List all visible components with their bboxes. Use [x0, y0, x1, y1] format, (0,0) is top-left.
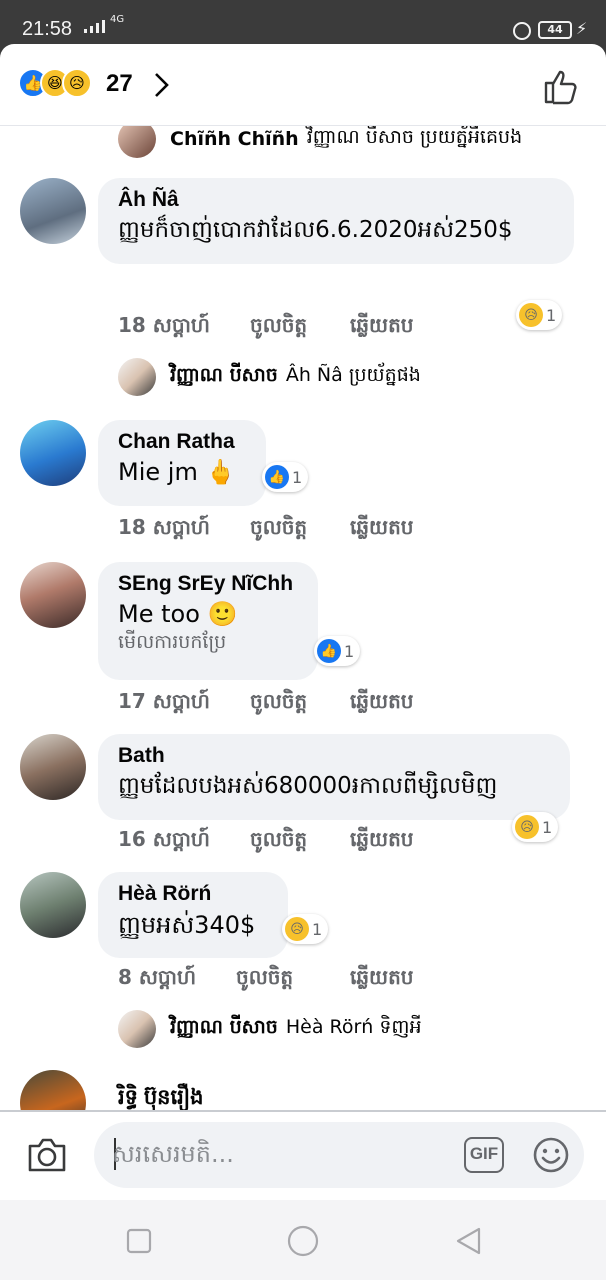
comment-time: 16 សប្តាហ៍	[118, 827, 210, 851]
comment-time: 8 សប្តាហ៍	[118, 965, 197, 989]
recents-button-icon[interactable]	[126, 1228, 152, 1254]
reply-action[interactable]: ឆ្លើយតប	[350, 312, 413, 342]
comment-time: 18 សប្តាហ៍	[118, 313, 210, 337]
reaction-count: 1	[312, 919, 323, 939]
see-translation-link[interactable]: មើលការបកប្រែ	[118, 630, 298, 658]
comment-input-wrapper[interactable]: GIF	[94, 1122, 584, 1188]
reply-author[interactable]: វិញ្ញាណ បីសាច	[170, 363, 278, 391]
like-action[interactable]: ចូលចិត្ត	[236, 964, 350, 994]
signal-icon	[84, 20, 105, 33]
comment-bubble[interactable]: Âh Ñâ ញ្ញមក៏ចាញ់បោកវាដែល6.6.2020អស់250$	[98, 178, 574, 264]
sheet-header: 👍 😆 😥 27	[0, 44, 606, 126]
reaction-count[interactable]: 27	[106, 70, 133, 98]
comment-bubble[interactable]: Chan Ratha Mie jm 🖕	[98, 420, 266, 506]
back-button-icon[interactable]	[454, 1226, 482, 1256]
comment-reaction[interactable]: 😥 1	[516, 300, 563, 330]
like-icon: 👍	[317, 639, 341, 663]
comment-text: Me too 🙂	[118, 600, 238, 628]
sad-icon: 😥	[515, 815, 539, 839]
comment-composer: GIF	[0, 1110, 606, 1200]
reply-action[interactable]: ឆ្លើយតប	[350, 688, 413, 718]
comment-meta: 16 សប្តាហ៍ ចូលចិត្ត ឆ្លើយតប	[118, 826, 413, 856]
comment-author[interactable]: Hèà Rörń	[118, 882, 268, 906]
avatar[interactable]	[20, 562, 86, 628]
comment-text: ញ្ញមក៏ចាញ់បោកវាដែល6.6.2020អស់250$	[118, 217, 513, 243]
comment-text: ញ្ញមអស់340$	[118, 911, 256, 939]
comment-time: 18 សប្តាហ៍	[118, 515, 210, 539]
reply-text: Hèà Rörń ទិញអី	[285, 1016, 422, 1038]
comment-reaction[interactable]: 😥 1	[512, 812, 559, 842]
comments-sheet: 👍 😆 😥 27 Chĩñh Chĩñh វិញ្ញាណ បីសាច ប្រយត…	[0, 44, 606, 1200]
reaction-count: 1	[542, 817, 553, 837]
reply-action[interactable]: ឆ្លើយតប	[350, 826, 413, 856]
comment-meta: 17 សប្តាហ៍ ចូលចិត្ត ឆ្លើយតប	[118, 688, 413, 718]
avatar[interactable]	[118, 1010, 156, 1048]
reply-text: វិញ្ញាណ បីសាច ប្រយត្ន័អីគេបង	[306, 126, 523, 148]
avatar[interactable]	[118, 358, 156, 396]
reply-author[interactable]: Chĩñh Chĩñh	[170, 128, 299, 150]
avatar[interactable]	[20, 178, 86, 244]
like-action[interactable]: ចូលចិត្ត	[250, 312, 350, 342]
sad-icon: 😥	[285, 917, 309, 941]
comment-bubble[interactable]: SEng SrEy NĩChh Me too 🙂 មើលការបកប្រែ	[98, 562, 318, 680]
avatar[interactable]	[20, 420, 86, 486]
comment-author[interactable]: រិទ្ធិ ប៊ុនរឿង	[118, 1084, 203, 1110]
reaction-count: 1	[344, 641, 355, 661]
camera-icon[interactable]	[26, 1136, 68, 1174]
comment-reaction[interactable]: 😥 1	[282, 914, 329, 944]
emoji-icon[interactable]	[532, 1136, 570, 1174]
reply-preview[interactable]: វិញ្ញាណ បីសាច Âh Ñâ ប្រយ័ត្នផង	[118, 358, 421, 396]
comment-author[interactable]: Âh Ñâ	[118, 188, 554, 212]
rotation-lock-icon	[513, 22, 531, 40]
battery-icon: 44	[538, 21, 572, 39]
comment-list[interactable]: Chĩñh Chĩñh វិញ្ញាណ បីសាច ប្រយត្ន័អីគេបង…	[0, 126, 606, 1110]
reaction-count: 1	[546, 305, 557, 325]
status-time: 21:58	[22, 18, 73, 40]
comment-input[interactable]	[112, 1134, 442, 1174]
reply-action[interactable]: ឆ្លើយតប	[350, 964, 413, 994]
comment-bubble[interactable]: Hèà Rörń ញ្ញមអស់340$	[98, 872, 288, 958]
comment-text: ញ្ញមដែលបងអស់680000៛កាលពីម្សិលមិញ	[118, 773, 498, 799]
avatar[interactable]	[20, 1070, 86, 1110]
comment-meta: 18 សប្តាហ៍ ចូលចិត្ត ឆ្លើយតប	[118, 514, 413, 544]
reply-preview[interactable]: Chĩñh Chĩñh វិញ្ញាណ បីសាច ប្រយត្ន័អីគេបង	[118, 126, 522, 158]
avatar[interactable]	[118, 126, 156, 158]
comment-meta: 8 សប្តាហ៍ ចូលចិត្ត ឆ្លើយតប	[118, 964, 413, 994]
comment-time: 17 សប្តាហ៍	[118, 689, 210, 713]
like-action[interactable]: ចូលចិត្ត	[250, 514, 350, 544]
avatar[interactable]	[20, 734, 86, 800]
reaction-summary[interactable]: 👍 😆 😥	[18, 68, 92, 98]
like-icon: 👍	[265, 465, 289, 489]
network-type: 4G	[110, 14, 125, 25]
comment-author[interactable]: SEng SrEy NĩChh	[118, 572, 298, 596]
reply-action[interactable]: ឆ្លើយតប	[350, 514, 413, 544]
avatar[interactable]	[20, 872, 86, 938]
comment-author[interactable]: Chan Ratha	[118, 430, 246, 454]
home-button-icon[interactable]	[286, 1224, 320, 1258]
like-action[interactable]: ចូលចិត្ត	[250, 688, 350, 718]
gif-button[interactable]: GIF	[464, 1137, 504, 1173]
comment-meta: 18 សប្តាហ៍ ចូលចិត្ត ឆ្លើយតប	[118, 312, 413, 342]
reply-text: Âh Ñâ ប្រយ័ត្នផង	[285, 364, 421, 386]
comment-bubble[interactable]: Bath ញ្ញមដែលបងអស់680000៛កាលពីម្សិលមិញ	[98, 734, 570, 820]
system-navigation-bar	[0, 1200, 606, 1280]
comment-author[interactable]: Bath	[118, 744, 550, 768]
like-action[interactable]: ចូលចិត្ត	[250, 826, 350, 856]
charging-icon: ⚡	[576, 19, 588, 38]
battery-level: 44	[547, 23, 563, 36]
comment-text: Mie jm 🖕	[118, 458, 236, 486]
comment-reaction[interactable]: 👍 1	[262, 462, 309, 492]
reply-preview[interactable]: វិញ្ញាណ បីសាច Hèà Rörń ទិញអី	[118, 1010, 422, 1048]
sad-icon: 😥	[62, 68, 92, 98]
sad-icon: 😥	[519, 303, 543, 327]
reaction-count: 1	[292, 467, 303, 487]
like-button-icon[interactable]	[540, 66, 580, 106]
chevron-right-icon[interactable]	[154, 72, 170, 98]
reply-author[interactable]: វិញ្ញាណ បីសាច	[170, 1015, 278, 1043]
comment-reaction[interactable]: 👍 1	[314, 636, 361, 666]
